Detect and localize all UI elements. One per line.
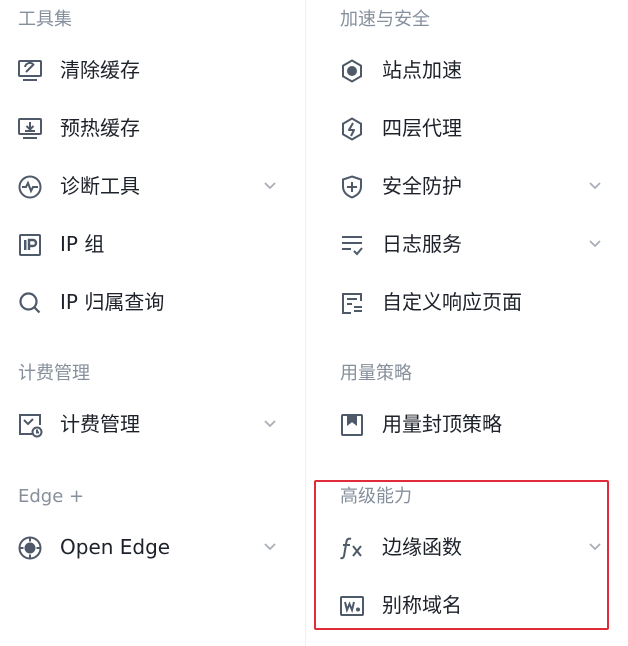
menu-item-ip-lookup[interactable]: IP 归属查询 — [0, 282, 305, 322]
ip-group-icon — [17, 232, 43, 258]
clear-cache-icon — [17, 58, 43, 84]
menu-item-usage-cap[interactable]: 用量封顶策略 — [306, 404, 628, 444]
billing-icon — [17, 412, 43, 438]
menu-item-diagnose[interactable]: 诊断工具 — [0, 166, 305, 206]
group-title-tools: 工具集 — [18, 9, 72, 30]
menu-item-log-service[interactable]: 日志服务 — [306, 224, 628, 264]
menu-item-label: 四层代理 — [382, 116, 462, 140]
menu-item-label: 计费管理 — [60, 412, 140, 436]
group-title-billing: 计费管理 — [18, 363, 90, 384]
preheat-cache-icon — [17, 116, 43, 142]
menu-item-label: 预热缓存 — [60, 116, 140, 140]
site-accel-icon — [339, 58, 365, 84]
menu-item-label: IP 归属查询 — [60, 290, 165, 314]
chevron-down-icon[interactable] — [586, 234, 604, 252]
group-title-usage-policy: 用量策略 — [340, 363, 412, 384]
diagnose-icon — [17, 174, 43, 200]
menu-item-label: 日志服务 — [382, 232, 462, 256]
menu-item-label: 安全防护 — [382, 174, 462, 198]
menu-item-label: 站点加速 — [382, 58, 462, 82]
left-column: 工具集 清除缓存 预热缓存 诊断工具 IP 组 IP 归属查询 计费管理 计费管… — [0, 0, 305, 646]
menu-item-site-accel[interactable]: 站点加速 — [306, 50, 628, 90]
chevron-down-icon[interactable] — [261, 414, 279, 432]
menu-item-custom-page[interactable]: 自定义响应页面 — [306, 282, 628, 322]
chevron-down-icon[interactable] — [586, 176, 604, 194]
menu-item-label: 诊断工具 — [60, 174, 140, 198]
chevron-down-icon[interactable] — [261, 176, 279, 194]
l4-proxy-icon — [339, 116, 365, 142]
menu-item-billing[interactable]: 计费管理 — [0, 404, 305, 444]
menu-item-security[interactable]: 安全防护 — [306, 166, 628, 206]
advanced-highlight-box — [314, 480, 609, 630]
group-title-accel-security: 加速与安全 — [340, 9, 430, 30]
custom-page-icon — [339, 290, 365, 316]
menu-item-preheat-cache[interactable]: 预热缓存 — [0, 108, 305, 148]
group-title-edge-plus: Edge + — [18, 486, 85, 507]
menu-item-label: Open Edge — [60, 535, 171, 559]
menu-item-label: IP 组 — [60, 232, 105, 256]
menu-item-clear-cache[interactable]: 清除缓存 — [0, 50, 305, 90]
menu-item-label: 用量封顶策略 — [382, 412, 502, 436]
menu-item-ip-group[interactable]: IP 组 — [0, 224, 305, 264]
shield-icon — [339, 174, 365, 200]
usage-cap-icon — [339, 412, 365, 438]
open-edge-icon — [17, 535, 43, 561]
menu-item-open-edge[interactable]: Open Edge — [0, 527, 305, 567]
menu-item-label: 自定义响应页面 — [382, 290, 522, 314]
menu-item-label: 清除缓存 — [60, 58, 140, 82]
search-icon — [17, 290, 43, 316]
log-icon — [339, 232, 365, 258]
chevron-down-icon[interactable] — [261, 537, 279, 555]
menu-item-l4-proxy[interactable]: 四层代理 — [306, 108, 628, 148]
